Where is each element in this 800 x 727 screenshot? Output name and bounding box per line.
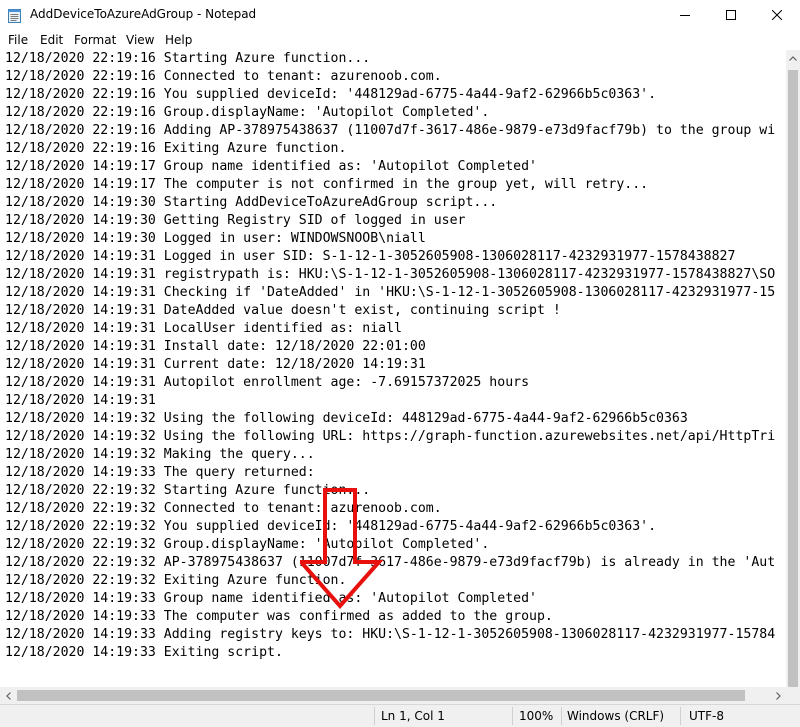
text-line: 12/18/2020 14:19:33 Group name identifie…: [5, 591, 537, 606]
menu-edit[interactable]: Edit: [36, 32, 67, 48]
vertical-scroll-thumb[interactable]: [788, 70, 798, 696]
chevron-right-icon: [775, 691, 781, 700]
text-line: 12/18/2020 22:19:16 Adding AP-3789754386…: [5, 123, 776, 138]
status-divider: [512, 707, 513, 725]
text-line: 12/18/2020 22:19:32 Exiting Azure functi…: [5, 573, 347, 588]
close-icon: [772, 10, 782, 20]
text-line: 12/18/2020 14:19:17 The computer is not …: [5, 177, 649, 192]
text-line: 12/18/2020 22:19:32 Group.displayName: '…: [5, 537, 490, 552]
status-divider: [374, 707, 375, 725]
text-line: 12/18/2020 14:19:32 Using the following …: [5, 429, 776, 444]
text-line: 12/18/2020 14:19:32 Making the query...: [5, 447, 315, 462]
text-line: 12/18/2020 14:19:31 Autopilot enrollment…: [5, 375, 530, 390]
minimize-button[interactable]: [662, 0, 708, 30]
chevron-left-icon: [5, 691, 11, 700]
text-line: 12/18/2020 14:19:30 Logged in user: WIND…: [5, 231, 426, 246]
vertical-scrollbar[interactable]: [786, 50, 800, 696]
scroll-left-arrow[interactable]: [0, 687, 16, 704]
menu-help[interactable]: Help: [161, 32, 196, 48]
text-editor[interactable]: 12/18/2020 22:19:16 Starting Azure funct…: [0, 50, 786, 687]
minimize-icon: [680, 15, 690, 16]
window-title: AddDeviceToAzureAdGroup - Notepad: [30, 7, 257, 21]
text-line: 12/18/2020 22:19:32 Connected to tenant:…: [5, 501, 442, 516]
title-bar[interactable]: AddDeviceToAzureAdGroup - Notepad: [0, 0, 800, 30]
chevron-up-icon: [789, 56, 797, 61]
menu-view[interactable]: View: [122, 32, 158, 48]
horizontal-scroll-thumb[interactable]: [17, 690, 745, 701]
horizontal-scrollbar[interactable]: [0, 687, 786, 704]
text-line: 12/18/2020 14:19:30 Getting Registry SID…: [5, 213, 466, 228]
text-line: 12/18/2020 14:19:17 Group name identifie…: [5, 159, 537, 174]
maximize-icon: [726, 10, 736, 20]
text-line: 12/18/2020 14:19:31: [5, 393, 156, 408]
menu-format[interactable]: Format: [70, 32, 120, 48]
text-line: 12/18/2020 22:19:32 AP-378975438637 (110…: [5, 555, 776, 570]
text-line: 12/18/2020 14:19:31 Checking if 'DateAdd…: [5, 285, 776, 300]
status-encoding: UTF-8: [689, 709, 724, 723]
scroll-up-arrow[interactable]: [786, 50, 800, 67]
text-line: 12/18/2020 14:19:33 The computer was con…: [5, 609, 553, 624]
text-line: 12/18/2020 14:19:33 Exiting script.: [5, 645, 283, 660]
text-line: 12/18/2020 22:19:32 You supplied deviceI…: [5, 519, 657, 534]
text-line: 12/18/2020 14:19:31 Logged in user SID: …: [5, 249, 736, 264]
text-line: 12/18/2020 14:19:33 Adding registry keys…: [5, 627, 776, 642]
text-line: 12/18/2020 14:19:31 Current date: 12/18/…: [5, 357, 426, 372]
menu-file[interactable]: File: [4, 32, 32, 48]
close-button[interactable]: [754, 0, 800, 30]
scrollbar-corner: [786, 687, 800, 704]
status-zoom: 100%: [519, 709, 554, 723]
notepad-window: AddDeviceToAzureAdGroup - Notepad File E…: [0, 0, 800, 727]
status-line-ending: Windows (CRLF): [567, 709, 665, 723]
notepad-icon: [8, 9, 21, 23]
text-line: 12/18/2020 14:19:31 LocalUser identified…: [5, 321, 402, 336]
text-line: 12/18/2020 22:19:16 Starting Azure funct…: [5, 51, 371, 66]
text-line: 12/18/2020 14:19:33 The query returned:: [5, 465, 315, 480]
text-line: 12/18/2020 14:19:31 registrypath is: HKU…: [5, 267, 776, 282]
text-line: 12/18/2020 14:19:31 DateAdded value does…: [5, 303, 561, 318]
text-line: 12/18/2020 22:19:16 Connected to tenant:…: [5, 69, 442, 84]
status-cursor-position: Ln 1, Col 1: [381, 709, 445, 723]
text-line: 12/18/2020 14:19:32 Using the following …: [5, 411, 688, 426]
status-divider: [561, 707, 562, 725]
menu-bar: File Edit Format View Help: [0, 30, 800, 50]
text-line: 12/18/2020 14:19:31 Install date: 12/18/…: [5, 339, 426, 354]
status-divider: [680, 707, 681, 725]
text-line: 12/18/2020 22:19:32 Starting Azure funct…: [5, 483, 371, 498]
maximize-button[interactable]: [708, 0, 754, 30]
text-line: 12/18/2020 22:19:16 You supplied deviceI…: [5, 87, 657, 102]
status-bar: Ln 1, Col 1 100% Windows (CRLF) UTF-8: [0, 704, 800, 727]
scroll-right-arrow[interactable]: [770, 687, 786, 704]
text-line: 12/18/2020 22:19:16 Exiting Azure functi…: [5, 141, 347, 156]
text-line: 12/18/2020 14:19:30 Starting AddDeviceTo…: [5, 195, 498, 210]
text-line: 12/18/2020 22:19:16 Group.displayName: '…: [5, 105, 490, 120]
